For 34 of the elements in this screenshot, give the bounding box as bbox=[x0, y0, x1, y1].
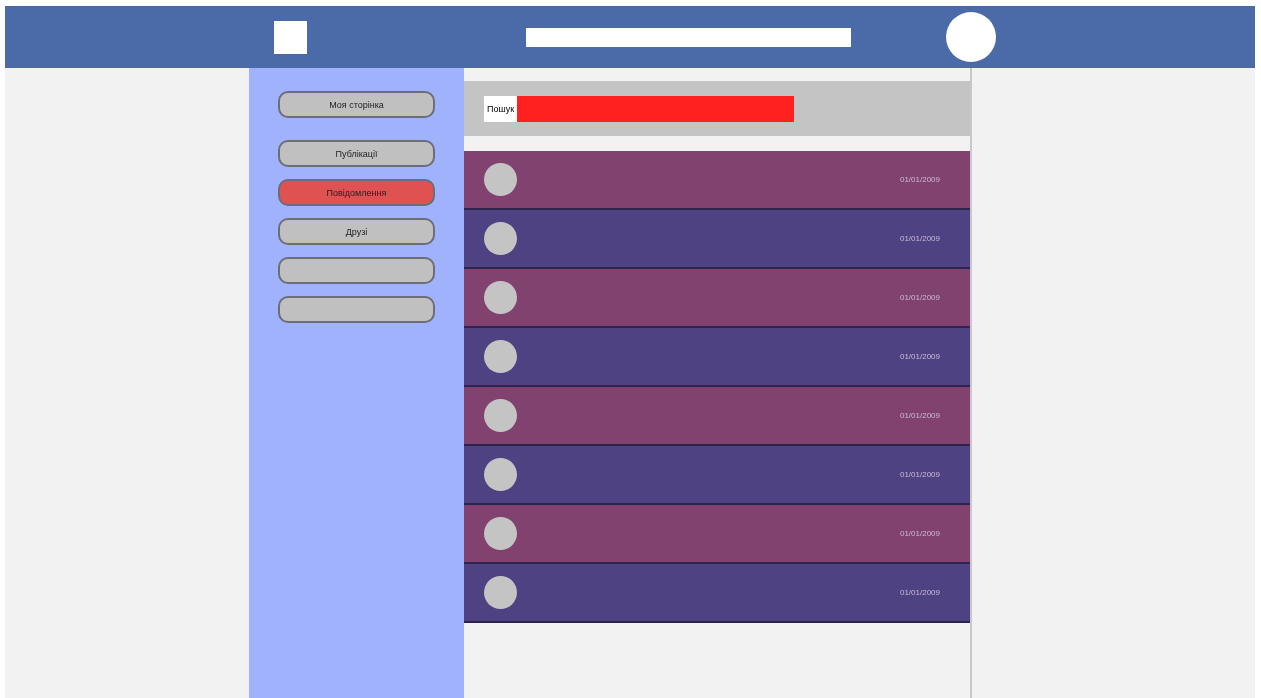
message-row[interactable]: 01/01/2009 bbox=[464, 151, 970, 210]
nav-button[interactable]: Повідомлення bbox=[278, 179, 435, 206]
avatar-icon bbox=[484, 222, 517, 255]
message-row[interactable]: 01/01/2009 bbox=[464, 564, 970, 623]
message-row[interactable]: 01/01/2009 bbox=[464, 387, 970, 446]
message-date: 01/01/2009 bbox=[899, 293, 940, 302]
message-date: 01/01/2009 bbox=[899, 470, 940, 479]
message-date: 01/01/2009 bbox=[899, 588, 940, 597]
message-date: 01/01/2009 bbox=[899, 411, 940, 420]
logo-icon[interactable] bbox=[274, 20, 307, 54]
message-date: 01/01/2009 bbox=[899, 352, 940, 361]
avatar-icon bbox=[484, 163, 517, 196]
nav-button[interactable] bbox=[278, 257, 435, 284]
message-row[interactable]: 01/01/2009 bbox=[464, 210, 970, 269]
message-date: 01/01/2009 bbox=[899, 175, 940, 184]
message-row[interactable]: 01/01/2009 bbox=[464, 328, 970, 387]
nav-button[interactable]: Моя сторінка bbox=[278, 91, 435, 118]
message-date: 01/01/2009 bbox=[899, 234, 940, 243]
message-date: 01/01/2009 bbox=[899, 529, 940, 538]
avatar-icon bbox=[484, 340, 517, 373]
avatar-icon bbox=[484, 458, 517, 491]
avatar-icon bbox=[484, 576, 517, 609]
toolbar-label: Пошук bbox=[484, 95, 518, 122]
search-field[interactable] bbox=[526, 27, 851, 47]
nav-button[interactable] bbox=[278, 296, 435, 323]
avatar-icon bbox=[484, 517, 517, 550]
avatar-icon bbox=[484, 281, 517, 314]
nav-button[interactable]: Друзі bbox=[278, 218, 435, 245]
avatar-icon bbox=[484, 399, 517, 432]
nav-button[interactable]: Публікації bbox=[278, 140, 435, 167]
avatar-icon[interactable] bbox=[946, 12, 996, 62]
message-row[interactable]: 01/01/2009 bbox=[464, 269, 970, 328]
message-row[interactable]: 01/01/2009 bbox=[464, 505, 970, 564]
message-row[interactable]: 01/01/2009 bbox=[464, 446, 970, 505]
